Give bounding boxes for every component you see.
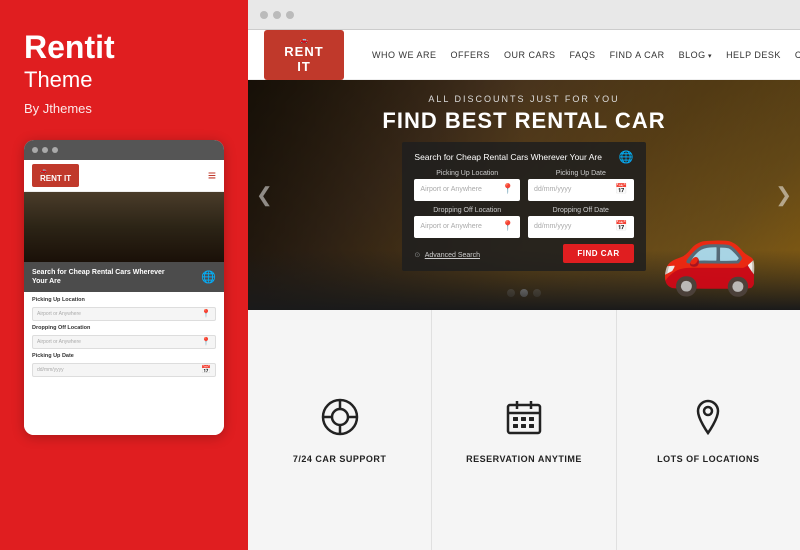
nav-contact[interactable]: CONTACT — [795, 50, 800, 60]
find-car-button[interactable]: FIND CAR — [563, 244, 633, 263]
browser-dot-2 — [273, 11, 281, 19]
search-globe-icon: 🌐 — [619, 150, 634, 164]
hero-section: 🚗 ❮ ❯ ALL DISCOUNTS JUST FOR YOU FIND BE… — [248, 80, 800, 310]
feature-locations: LOTS OF LOCATIONS — [617, 310, 800, 550]
mobile-calendar-icon: 📅 — [201, 365, 211, 374]
search-form-header: Search for Cheap Rental Cars Wherever Yo… — [414, 150, 633, 164]
mobile-location-icon-2: 📍 — [201, 337, 211, 346]
mobile-search-title: Search for Cheap Rental Cars Wherever Yo… — [32, 268, 179, 286]
site-logo-text: RENT IT — [278, 44, 330, 74]
nav-offers[interactable]: OFFERS — [451, 50, 491, 60]
desktop-site: 🚗 RENT IT WHO WE ARE OFFERS OUR CARS FAQ… — [248, 30, 800, 550]
reservation-icon — [504, 397, 544, 446]
dropping-off-date-field: Dropping Off Date dd/mm/yyyy 📅 — [528, 207, 634, 238]
dropping-off-date-icon: 📅 — [615, 221, 627, 232]
mobile-field-label-1: Picking Up Location — [32, 297, 216, 303]
site-logo-car-icon: 🚗 — [278, 36, 330, 44]
mobile-form: Picking Up Location Airport or Anywhere … — [24, 292, 224, 435]
mobile-hero — [24, 192, 224, 262]
brand-title: Rentit — [24, 30, 224, 65]
mobile-search-bar: Search for Cheap Rental Cars Wherever Yo… — [24, 262, 224, 292]
mobile-dot-2 — [42, 147, 48, 153]
nav-our-cars[interactable]: OUR CARS — [504, 50, 556, 60]
nav-blog[interactable]: BLOG — [679, 50, 712, 60]
picking-up-location-label: Picking Up Location — [414, 170, 520, 177]
dropping-off-location-field: Dropping Off Location Airport or Anywher… — [414, 207, 520, 238]
advanced-search-link[interactable]: ⊙ Advanced Search — [414, 244, 480, 262]
hero-title: FIND BEST RENTAL CAR — [382, 108, 665, 134]
mobile-logo-box: 🚗 RENT IT — [32, 164, 79, 187]
mobile-location-icon-1: 📍 — [201, 309, 211, 318]
hero-tagline: ALL DISCOUNTS JUST FOR YOU — [382, 94, 665, 104]
mobile-mockup: 🚗 RENT IT ≡ Search for Cheap Rental Cars… — [24, 140, 224, 435]
dropping-off-date-placeholder: dd/mm/yyyy — [534, 223, 571, 230]
browser-dot-1 — [260, 11, 268, 19]
picking-up-date-placeholder: dd/mm/yyyy — [534, 186, 571, 193]
dropping-off-placeholder: Airport or Anywhere — [420, 223, 481, 230]
hero-prev-button[interactable]: ❮ — [256, 183, 273, 208]
car-support-label: 7/24 CAR SUPPORT — [293, 454, 387, 464]
left-panel: Rentit Theme By Jthemes 🚗 RENT IT ≡ Sear… — [0, 0, 248, 550]
reservation-label: RESERVATION ANYTIME — [466, 454, 582, 464]
advanced-search-label: Advanced Search — [425, 252, 480, 259]
site-nav: WHO WE ARE OFFERS OUR CARS FAQS FIND A C… — [372, 50, 800, 60]
browser-dot-3 — [286, 11, 294, 19]
nav-who-we-are[interactable]: WHO WE ARE — [372, 50, 437, 60]
mobile-field-label-2: Dropping Off Location — [32, 325, 216, 331]
browser-chrome — [248, 0, 800, 30]
mobile-globe-icon: 🌐 — [201, 270, 216, 284]
search-form-footer: ⊙ Advanced Search FIND CAR — [414, 244, 633, 263]
dropping-off-date-input[interactable]: dd/mm/yyyy 📅 — [528, 216, 634, 238]
search-form-row-2: Dropping Off Location Airport or Anywher… — [414, 207, 633, 238]
search-form-title: Search for Cheap Rental Cars Wherever Yo… — [414, 152, 602, 162]
picking-up-date-field: Picking Up Date dd/mm/yyyy 📅 — [528, 170, 634, 201]
nav-help-desk[interactable]: HELP DESK — [726, 50, 781, 60]
mobile-header: 🚗 RENT IT ≡ — [24, 160, 224, 192]
picking-up-location-input[interactable]: Airport or Anywhere 📍 — [414, 179, 520, 201]
picking-up-placeholder: Airport or Anywhere — [420, 186, 481, 193]
car-support-icon — [320, 397, 360, 446]
search-form-row-1: Picking Up Location Airport or Anywhere … — [414, 170, 633, 201]
dropping-off-location-icon: 📍 — [502, 221, 514, 232]
picking-up-location-field: Picking Up Location Airport or Anywhere … — [414, 170, 520, 201]
mobile-dot-3 — [52, 147, 58, 153]
dropping-off-location-label: Dropping Off Location — [414, 207, 520, 214]
mobile-menu-icon[interactable]: ≡ — [208, 167, 216, 183]
locations-label: LOTS OF LOCATIONS — [657, 454, 759, 464]
advanced-search-prefix: ⊙ — [414, 252, 420, 259]
features-section: 7/24 CAR SUPPORT — [248, 310, 800, 550]
nav-find-a-car[interactable]: FIND A CAR — [610, 50, 665, 60]
mobile-top-bar — [24, 140, 224, 160]
mobile-field-input-1[interactable]: Airport or Anywhere 📍 — [32, 307, 216, 321]
brand-by: By Jthemes — [24, 101, 224, 116]
mobile-field-label-3: Picking Up Date — [32, 353, 216, 359]
picking-up-location-icon: 📍 — [502, 184, 514, 195]
mobile-logo-car-icon: 🚗 — [40, 167, 71, 174]
mobile-field-input-2[interactable]: Airport or Anywhere 📍 — [32, 335, 216, 349]
nav-faqs[interactable]: FAQS — [570, 50, 596, 60]
site-logo-box: 🚗 RENT IT — [264, 30, 344, 80]
search-form: Search for Cheap Rental Cars Wherever Yo… — [402, 142, 645, 271]
mobile-field-placeholder-1: Airport or Anywhere — [37, 311, 81, 317]
picking-up-date-icon: 📅 — [615, 184, 627, 195]
dropping-off-date-label: Dropping Off Date — [528, 207, 634, 214]
dropping-off-location-input[interactable]: Airport or Anywhere 📍 — [414, 216, 520, 238]
mobile-field-placeholder-2: Airport or Anywhere — [37, 339, 81, 345]
feature-reservation: RESERVATION ANYTIME — [432, 310, 616, 550]
feature-car-support: 7/24 CAR SUPPORT — [248, 310, 432, 550]
mobile-field-placeholder-3: dd/mm/yyyy — [37, 367, 64, 373]
site-header: 🚗 RENT IT WHO WE ARE OFFERS OUR CARS FAQ… — [248, 30, 800, 80]
right-panel: 🚗 RENT IT WHO WE ARE OFFERS OUR CARS FAQ… — [248, 0, 800, 550]
mobile-field-input-3[interactable]: dd/mm/yyyy 📅 — [32, 363, 216, 377]
hero-next-button[interactable]: ❯ — [775, 183, 792, 208]
mobile-dot-1 — [32, 147, 38, 153]
mobile-logo-text: RENT IT — [40, 174, 71, 184]
hero-content: ALL DISCOUNTS JUST FOR YOU FIND BEST REN… — [382, 94, 665, 281]
hero-car-icon: 🚗 — [660, 206, 760, 300]
brand-subtitle: Theme — [24, 67, 224, 93]
locations-icon — [688, 397, 728, 446]
picking-up-date-label: Picking Up Date — [528, 170, 634, 177]
picking-up-date-input[interactable]: dd/mm/yyyy 📅 — [528, 179, 634, 201]
